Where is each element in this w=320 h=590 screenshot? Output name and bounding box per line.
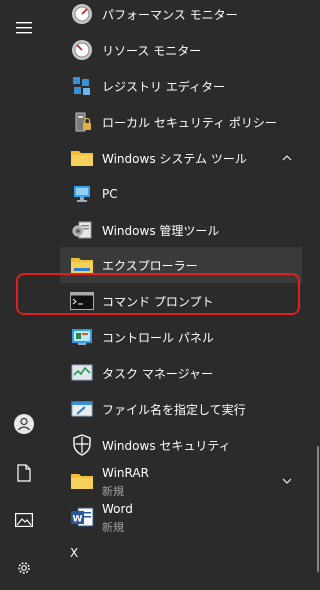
chevron-down-icon[interactable] [280,474,294,488]
app-label: Windows セキュリティ [102,438,231,453]
app-label: リソース モニター [102,43,202,58]
app-label: Windows 管理ツール [102,223,220,238]
app-control-panel[interactable]: コントロール パネル [48,319,302,355]
hamburger-icon [16,22,32,34]
control-panel-icon [70,325,94,349]
section-header-x[interactable]: X [70,546,78,560]
folder-winrar[interactable]: WinRAR 新規 [48,463,302,499]
app-label: PC [102,187,118,201]
app-word[interactable]: W Word 新規 [48,499,302,535]
user-button[interactable] [0,402,48,446]
app-label: レジストリ エディター [102,79,225,94]
app-label: エクスプローラー [102,258,198,273]
app-resource-monitor[interactable]: リソース モニター [48,32,302,68]
scrollbar[interactable] [317,446,319,572]
app-windows-security[interactable]: Windows セキュリティ [48,427,302,463]
new-badge: 新規 [102,521,124,534]
run-icon [70,397,94,421]
resource-monitor-icon [70,38,94,62]
task-manager-icon [70,361,94,385]
documents-button[interactable] [0,451,48,495]
app-windows-admin-tools[interactable]: Windows 管理ツール [48,212,302,248]
registry-editor-icon [70,74,94,98]
app-label: ファイル名を指定して実行 [102,402,246,417]
user-icon [14,414,34,434]
app-label: パフォーマンス モニター [102,7,238,22]
admin-tools-icon [70,218,94,242]
folder-label: Windows システム ツール [102,151,247,166]
app-pc[interactable]: PC [48,176,302,212]
document-icon [17,464,31,482]
local-security-policy-icon [70,110,94,134]
pc-icon [70,182,94,206]
folder-label: WinRAR [102,466,149,480]
app-label: コントロール パネル [102,330,214,345]
app-run[interactable]: ファイル名を指定して実行 [48,391,302,427]
chevron-up-icon[interactable] [280,151,294,165]
pictures-button[interactable] [0,498,48,542]
folder-icon [70,469,94,493]
app-task-manager[interactable]: タスク マネージャー [48,355,302,391]
new-badge: 新規 [102,485,124,498]
app-label: Word [102,502,133,516]
app-label: ローカル セキュリティ ポリシー [102,115,277,130]
app-local-security-policy[interactable]: ローカル セキュリティ ポリシー [48,104,302,140]
app-performance-monitor[interactable]: パフォーマンス モニター [48,0,302,32]
performance-monitor-icon [70,2,94,26]
app-registry-editor[interactable]: レジストリ エディター [48,68,302,104]
gear-icon [18,562,30,574]
picture-icon [15,513,33,527]
menu-button[interactable] [0,6,48,50]
word-icon: W [70,505,94,529]
settings-button[interactable] [0,546,48,590]
highlight-callout [16,273,300,315]
app-label: タスク マネージャー [102,366,213,381]
svg-text:W: W [73,515,83,525]
folder-icon [70,146,94,170]
folder-windows-system-tools[interactable]: Windows システム ツール [48,140,302,176]
shield-icon [70,433,94,457]
